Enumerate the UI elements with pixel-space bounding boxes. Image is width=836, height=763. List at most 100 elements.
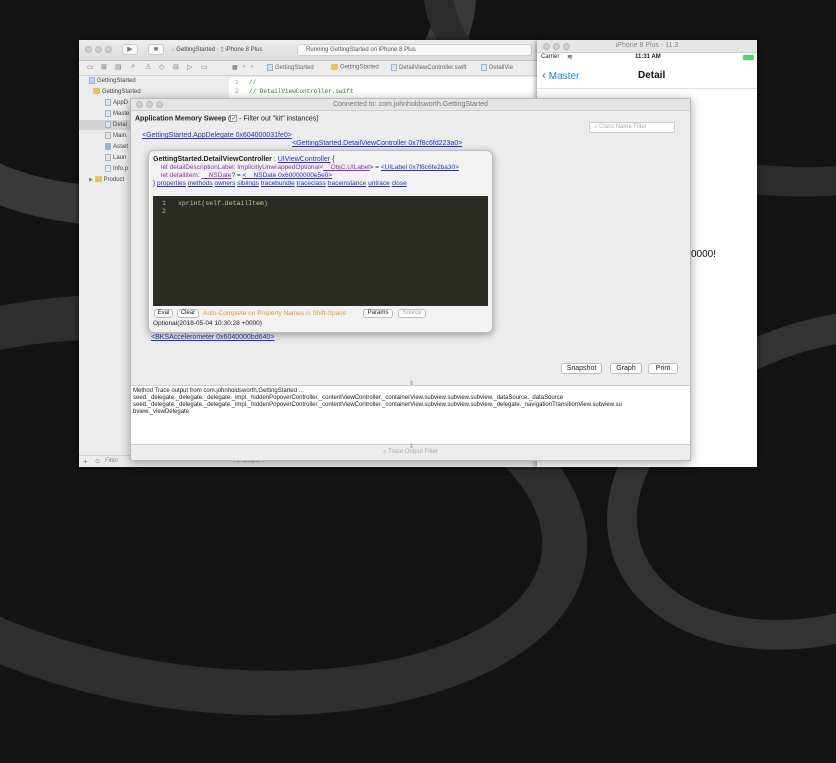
trace-output[interactable]: Method Trace output from com.johnholdswo…: [131, 385, 690, 445]
symbol-navigator-icon[interactable]: ▤: [115, 63, 122, 71]
jump-bar-label: GettingStarted: [340, 64, 379, 71]
related-items-icon[interactable]: ▦: [232, 64, 238, 71]
close-link[interactable]: close: [392, 180, 407, 187]
class-name: GettingStarted.DetailViewController: [153, 156, 272, 163]
superclass-link[interactable]: UIViewController: [278, 156, 330, 163]
source-control-icon[interactable]: ⊠: [101, 63, 107, 71]
line-number: 1: [162, 200, 166, 207]
navigator-item[interactable]: GettingStarted: [79, 87, 233, 97]
report-navigator-icon[interactable]: ▭: [201, 63, 208, 71]
close-window-button[interactable]: [85, 46, 92, 53]
app-delegate-link[interactable]: <GettingStarted.AppDelegate 0x604000031f…: [142, 132, 292, 139]
app-icon: ⌂: [171, 47, 175, 53]
detail-view-controller-link[interactable]: <GettingStarted.DetailViewController 0x7…: [292, 140, 462, 147]
untrace-link[interactable]: untrace: [368, 180, 390, 187]
back-button[interactable]: ‹ Master: [542, 68, 579, 82]
navigator-item-label: GettingStarted: [102, 89, 141, 95]
property-value-link[interactable]: <__NSDate 0x60000000e5e0>: [243, 172, 333, 179]
detail-description-label: 0000!: [691, 249, 717, 260]
navigator-item-label: GettingStarted: [97, 78, 136, 84]
navigator-selector-bar: ▭ ⊠ ▤ ⌕ ⚠ ◇ ⊟ ▷ ▭: [79, 61, 229, 76]
code-editor[interactable]: 1 xprint(self.detailItem) 2: [153, 196, 488, 306]
project-icon: [89, 76, 95, 84]
params-button[interactable]: Params: [363, 309, 393, 318]
minimize-window-button[interactable]: [95, 46, 102, 53]
ios-navigation-bar: ‹ Master Detail: [537, 62, 757, 89]
graph-button[interactable]: Graph: [610, 363, 642, 374]
project-icon: [267, 64, 273, 71]
filter-icon: ⊙: [95, 459, 101, 465]
jump-bar-label: DetailViewController.swift: [399, 65, 467, 72]
trace-filter-placeholder: Trace Output Filter: [388, 449, 438, 455]
play-icon: ▶: [127, 46, 133, 53]
simulator-title: iPhone 8 Plus - 11.3: [615, 42, 679, 49]
navigator-item-selected[interactable]: Detai: [79, 120, 131, 130]
carrier-label: Carrier: [541, 54, 560, 60]
project-navigator-icon[interactable]: ▭: [87, 63, 94, 71]
find-navigator-icon[interactable]: ⌕: [131, 63, 135, 71]
property-type-link[interactable]: __NSDate: [201, 172, 231, 179]
property-type-link[interactable]: __ObjC.UILabel: [323, 164, 369, 171]
traceinstance-link[interactable]: traceinstance: [328, 180, 367, 187]
navigator-item-label: Detai: [113, 122, 128, 128]
stop-icon: ■: [153, 46, 159, 53]
forward-icon[interactable]: ›: [251, 64, 253, 70]
debug-navigator-icon[interactable]: ⊟: [173, 63, 179, 71]
chevron-left-icon: ‹: [542, 68, 546, 82]
tool-title: Connected to: com.johnholdsworth.Getting…: [333, 101, 488, 108]
action-links: } properties methods owners siblings tra…: [153, 180, 407, 187]
object-inspector-popover: GettingStarted.DetailViewController : UI…: [148, 150, 493, 333]
add-icon[interactable]: +: [83, 457, 88, 466]
jump-bar-label: GettingStarted: [275, 65, 314, 72]
jump-bar-item[interactable]: DetailViewController.swift: [391, 64, 467, 71]
test-navigator-icon[interactable]: ◇: [159, 63, 164, 71]
accelerometer-link[interactable]: <BKSAccelerometer 0x6040000bd640>: [151, 334, 274, 341]
jump-bar-item[interactable]: GettingStarted: [331, 64, 379, 71]
zoom-window-button[interactable]: [105, 46, 112, 53]
snapshot-button[interactable]: Snapshot: [561, 363, 602, 374]
device-icon: ▯: [220, 47, 224, 53]
methods-link[interactable]: methods: [188, 180, 213, 187]
jump-bar-item[interactable]: GettingStarted: [267, 64, 314, 71]
line-number: 2: [235, 88, 239, 95]
code-line: xprint(self.detailItem): [178, 200, 268, 207]
back-button-label: Master: [548, 71, 580, 82]
eval-button[interactable]: Eval: [154, 309, 173, 318]
siblings-link[interactable]: siblings: [237, 180, 259, 187]
navigator-filter-input[interactable]: Filter: [105, 458, 118, 464]
trace-line: bview._viewDelegate: [133, 409, 190, 415]
code-line: // DetailViewController.swift: [249, 88, 354, 95]
breakpoint-navigator-icon[interactable]: ▷: [187, 63, 192, 71]
back-icon[interactable]: ‹: [243, 64, 245, 70]
scheme-selector[interactable]: ⌂ GettingStarted › ▯ iPhone 8 Plus: [171, 45, 262, 55]
asset-catalog-icon: [105, 142, 111, 150]
run-button[interactable]: ▶: [122, 44, 138, 55]
plist-icon: [105, 164, 111, 172]
issue-navigator-icon[interactable]: ⚠: [145, 63, 151, 71]
source-button[interactable]: Source: [398, 309, 426, 318]
navigator-item-label: Product: [103, 177, 125, 183]
property-value-link[interactable]: <UILabel 0x7f8c6fe2ba30>: [381, 164, 459, 171]
print-button[interactable]: Print: [648, 363, 678, 374]
traceclass-link[interactable]: traceclass: [297, 180, 326, 187]
brace: {: [332, 156, 335, 163]
class-name-filter-input[interactable]: ⌕ Class Name Filter: [589, 122, 675, 133]
nav-title: Detail: [638, 70, 666, 81]
navigator-item-label: Maste: [113, 111, 130, 117]
stop-button[interactable]: ■: [148, 44, 164, 55]
clear-button[interactable]: Clear: [177, 309, 199, 318]
folder-icon: [331, 64, 338, 70]
scheme-name: GettingStarted: [176, 47, 215, 53]
wifi-icon: ≋: [567, 54, 573, 61]
trace-line: seed._delegate._delegate._delegate._impl…: [133, 395, 564, 401]
swift-file-icon: [391, 64, 397, 71]
owners-link[interactable]: owners: [214, 180, 235, 187]
jump-bar-item[interactable]: DetailVie: [481, 64, 513, 71]
trace-output-filter-input[interactable]: ⌕ Trace Output Filter: [131, 449, 690, 460]
navigator-item[interactable]: GettingStarted: [79, 76, 229, 86]
property-row: let detailDescriptionLabel: ImplicitlyUn…: [161, 164, 459, 171]
properties-link[interactable]: properties: [157, 180, 186, 187]
property-assign: > =: [369, 164, 380, 171]
filter-kit-checkbox[interactable]: ✓: [230, 115, 238, 122]
tracebundle-link[interactable]: tracebundle: [261, 180, 295, 187]
